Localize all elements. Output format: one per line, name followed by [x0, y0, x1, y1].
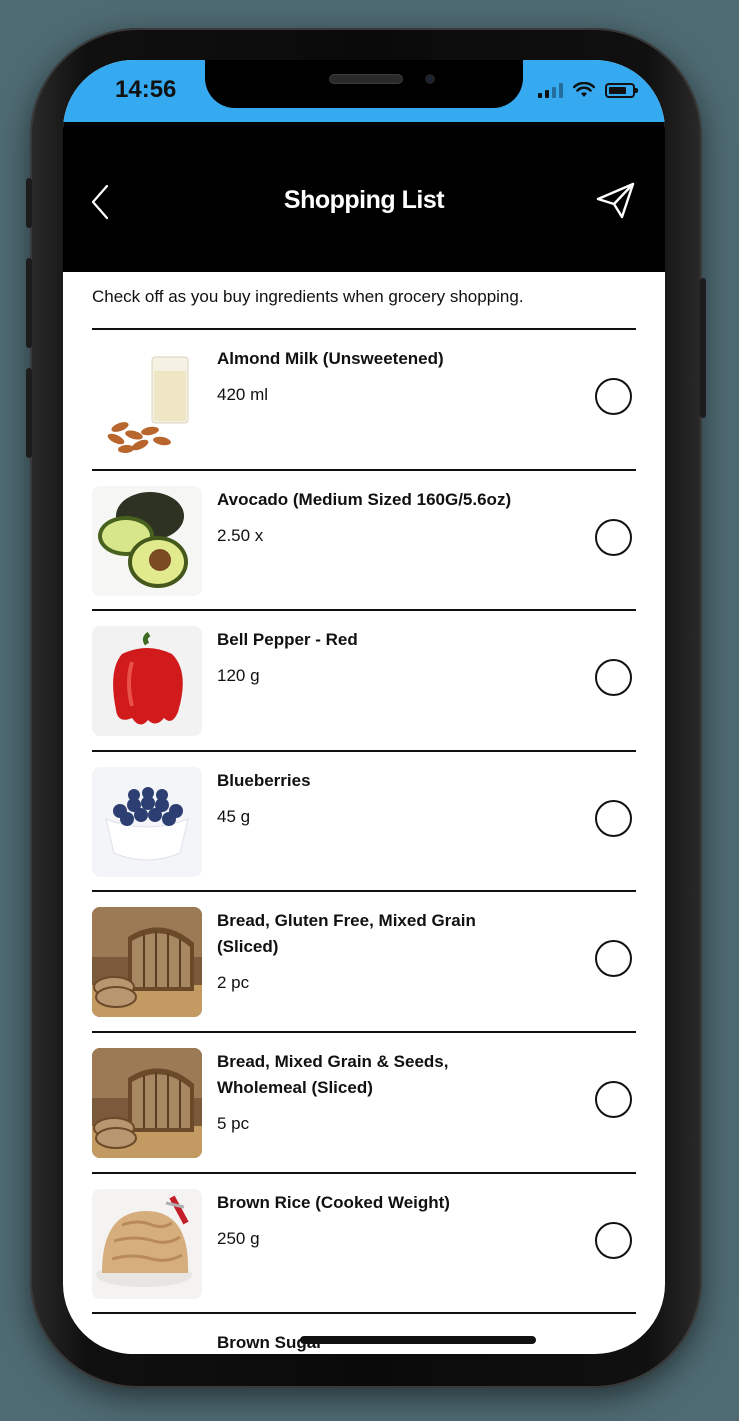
shopping-list-content: Check off as you buy ingredients when gr…: [63, 272, 665, 1354]
list-item: Brown Rice (Cooked Weight) 250 g: [92, 1174, 636, 1315]
item-checkbox[interactable]: [595, 518, 632, 556]
status-time: 14:56: [115, 76, 177, 103]
list-item: Bell Pepper - Red 120 g: [92, 611, 636, 752]
item-quantity: 45 g: [217, 806, 251, 826]
cellular-signal-icon: [538, 82, 563, 98]
item-name: Bread, Mixed Grain & Seeds, Wholemeal (S…: [217, 1051, 449, 1097]
item-checkbox[interactable]: [595, 799, 632, 837]
volume-up-button: [26, 258, 32, 348]
item-checkbox[interactable]: [595, 659, 632, 697]
instructions-text: Check off as you buy ingredients when gr…: [92, 287, 524, 306]
power-button: [700, 278, 706, 418]
status-bar: 14:56: [63, 60, 665, 122]
list-item: Brown Sugar: [92, 1314, 636, 1354]
item-checkbox[interactable]: [595, 378, 632, 415]
bread-image: [92, 1047, 202, 1158]
almond-milk-image: [92, 345, 202, 455]
mute-switch: [26, 178, 32, 228]
item-name: Almond Milk (Unsweetened): [217, 349, 444, 368]
item-quantity: 420 ml: [217, 385, 269, 404]
phone-screen: 14:56 Shopping List Check off as you buy…: [63, 60, 665, 1354]
list-item: Avocado (Medium Sized 160G/5.6oz) 2.50 x: [92, 471, 636, 612]
page-title: Shopping List: [283, 186, 445, 214]
list-item: Bread, Gluten Free, Mixed Grain (Sliced)…: [92, 892, 636, 1033]
list-item: Blueberries 45 g: [92, 752, 636, 893]
item-name: Brown Rice (Cooked Weight): [217, 1192, 450, 1212]
avocado-image: [92, 485, 202, 596]
wifi-icon: [573, 82, 595, 97]
item-name: Bell Pepper - Red: [217, 630, 358, 650]
front-camera: [425, 74, 435, 84]
item-name: Avocado (Medium Sized 160G/5.6oz): [217, 489, 512, 509]
item-quantity: 120 g: [217, 666, 260, 686]
notch: [205, 60, 523, 108]
app-header: Shopping List: [63, 122, 665, 272]
item-checkbox[interactable]: [595, 1221, 632, 1259]
volume-down-button: [26, 368, 32, 458]
blueberries-image: [92, 766, 202, 877]
home-indicator[interactable]: [300, 1336, 536, 1344]
item-quantity: 5 pc: [217, 1113, 250, 1133]
brown-rice-image: [92, 1188, 202, 1299]
item-name: Blueberries: [217, 770, 311, 790]
list-item: Bread, Mixed Grain & Seeds, Wholemeal (S…: [92, 1033, 636, 1174]
item-quantity: 2 pc: [217, 973, 250, 993]
item-quantity: 2.50 x: [217, 525, 264, 545]
list-item: Almond Milk (Unsweetened) 420 ml: [92, 330, 636, 471]
shopping-list: Almond Milk (Unsweetened) 420 ml Avocado…: [92, 328, 636, 1354]
paper-plane-icon: [596, 182, 635, 219]
item-name: Bread, Gluten Free, Mixed Grain (Sliced): [217, 911, 476, 957]
item-checkbox[interactable]: [595, 940, 632, 978]
bell-pepper-image: [92, 626, 202, 737]
battery-icon: [605, 83, 638, 98]
share-button[interactable]: [595, 180, 637, 222]
item-quantity: 250 g: [217, 1228, 260, 1248]
bread-image: [92, 907, 202, 1018]
speaker-grille: [329, 74, 403, 84]
item-checkbox[interactable]: [595, 1080, 632, 1118]
